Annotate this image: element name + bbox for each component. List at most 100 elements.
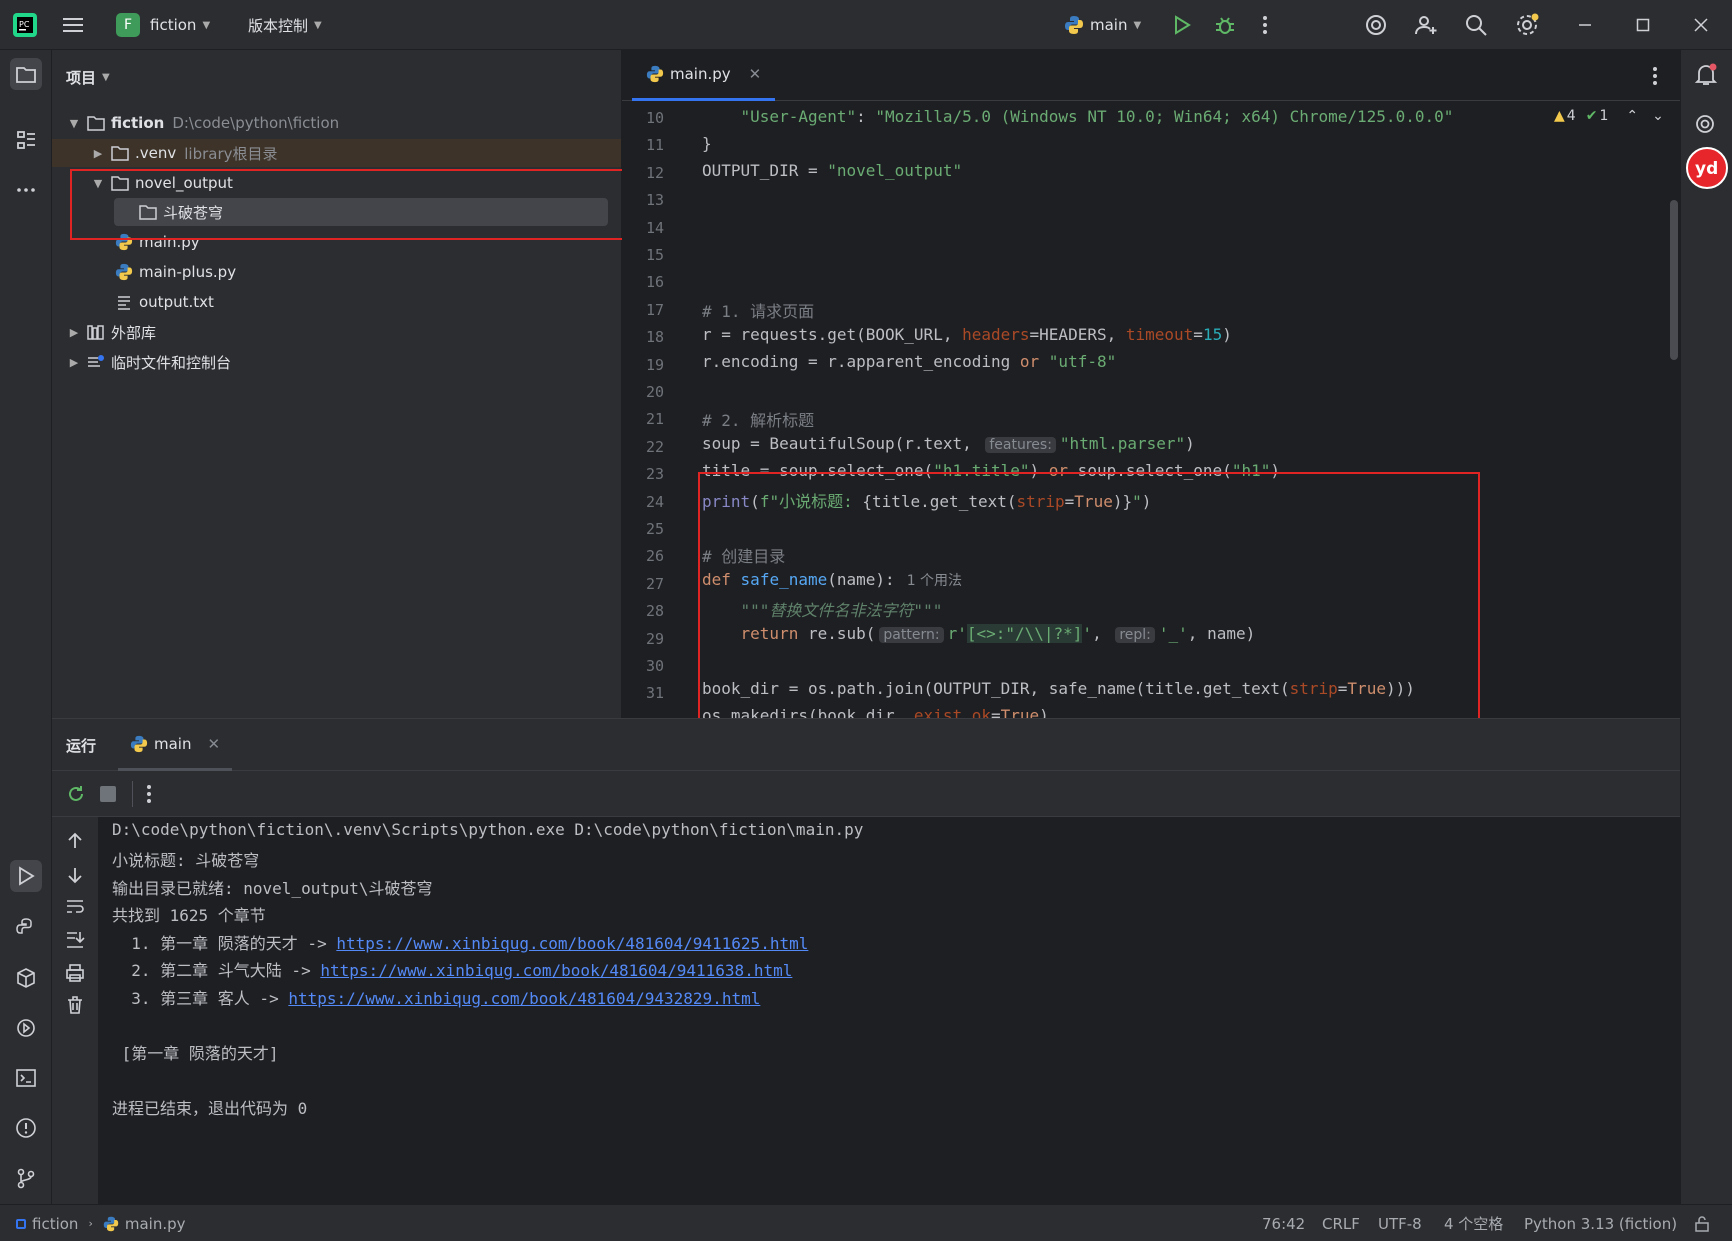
tab-label: main.py [670, 65, 731, 83]
run-side-toolbar [52, 817, 98, 1205]
chevron-down-icon: ▼ [314, 19, 322, 31]
tree-item-label: .venv [135, 144, 177, 162]
line-number: 15 [645, 246, 664, 264]
arrow-up-icon[interactable] [65, 831, 85, 851]
code-line[interactable]: OUTPUT_DIR = "novel_output" [702, 161, 962, 180]
more-tools-icon[interactable] [10, 174, 42, 206]
notifications-icon[interactable] [1693, 62, 1719, 88]
search-icon[interactable] [1464, 0, 1488, 50]
lock-icon[interactable] [1694, 1205, 1710, 1241]
tab-main-py[interactable]: main.py ✕ [632, 50, 776, 101]
chevron-right-icon: ▶ [69, 355, 79, 369]
highlight-box-code [698, 472, 1480, 718]
project-name: fiction [150, 16, 197, 34]
project-tool-folder-icon[interactable] [10, 58, 42, 90]
services-icon[interactable] [10, 1012, 42, 1044]
tree-item-main-plus-py[interactable]: main-plus.py [114, 258, 236, 286]
code-line[interactable]: "User-Agent": "Mozilla/5.0 (Windows NT 1… [702, 107, 1454, 126]
line-number: 12 [645, 163, 664, 182]
editor-scrollbar[interactable] [1670, 200, 1678, 360]
tree-item-output-txt[interactable]: output.txt [114, 288, 214, 316]
close-tab-icon[interactable]: ✕ [749, 65, 762, 83]
breadcrumb-project[interactable]: fiction [32, 1215, 78, 1233]
run-tool-icon[interactable] [10, 860, 42, 892]
debug-button[interactable] [1214, 0, 1236, 50]
chapter-link[interactable]: https://www.xinbiqug.com/book/481604/941… [320, 961, 792, 980]
file-encoding[interactable]: UTF-8 [1378, 1205, 1422, 1241]
code-line[interactable]: # 2. 解析标题 [702, 407, 814, 431]
scratches-icon [86, 353, 106, 371]
python-packages-icon[interactable] [10, 962, 42, 994]
check-icon: ✔ [1585, 108, 1598, 124]
line-separator[interactable]: CRLF [1322, 1205, 1360, 1241]
main-menu-icon[interactable] [62, 0, 84, 50]
tree-item-label: 外部库 [111, 323, 157, 342]
settings-gear-icon[interactable] [1514, 0, 1540, 50]
line-number: 28 [645, 602, 664, 621]
ai-assistant-icon[interactable] [1364, 0, 1388, 50]
chevron-up-icon[interactable]: ⌃ [1626, 108, 1638, 124]
python-console-icon[interactable] [10, 912, 42, 944]
line-number: 19 [645, 355, 664, 374]
tree-item-venv[interactable]: ▶ .venv library根目录 [52, 139, 621, 167]
chevron-down-icon[interactable]: ⌄ [1652, 108, 1664, 124]
problems-icon[interactable] [10, 1112, 42, 1144]
run-button[interactable] [1172, 0, 1192, 50]
breadcrumb-file[interactable]: main.py [125, 1215, 186, 1233]
tab-main-run[interactable]: main ✕ [118, 719, 233, 771]
line-number: 14 [645, 218, 664, 237]
line-number: 17 [645, 300, 664, 319]
console-output-line: 1. 第一章 陨落的天才 -> https://www.xinbiqug.com… [112, 930, 808, 954]
console-output-line: 小说标题: 斗破苍穹 [112, 851, 260, 870]
tab-label: main [154, 734, 192, 753]
soft-wrap-icon[interactable] [65, 897, 85, 917]
left-tool-strip [0, 50, 52, 1204]
chapter-link[interactable]: https://www.xinbiqug.com/book/481604/941… [336, 934, 808, 953]
inspection-widget[interactable]: ▲ 4 ✔ 1 ⌃ ⌄ [1554, 108, 1664, 124]
ai-chat-icon[interactable] [1693, 112, 1719, 138]
chevron-right-icon: ▶ [93, 146, 103, 160]
rerun-icon[interactable] [66, 784, 86, 804]
code-line[interactable]: r = requests.get(BOOK_URL, headers=HEADE… [702, 325, 1232, 344]
caret-position[interactable]: 76:42 [1262, 1205, 1305, 1241]
code-line[interactable]: soup = BeautifulSoup(r.text, features: "h… [702, 434, 1195, 453]
structure-icon[interactable] [10, 124, 42, 156]
close-tab-icon[interactable]: ✕ [207, 735, 220, 753]
vcs-menu[interactable]: 版本控制 ▼ [248, 0, 322, 50]
console-output-line: 3. 第三章 客人 -> https://www.xinbiqug.com/bo… [112, 985, 760, 1009]
chapter-link[interactable]: https://www.xinbiqug.com/book/481604/943… [288, 989, 760, 1008]
tree-root-folder[interactable]: ▼ fiction D:\code\python\fiction [66, 109, 339, 137]
editor-options-icon[interactable] [1652, 66, 1658, 86]
more-options-icon[interactable] [146, 784, 152, 804]
run-tab-bar: 运行 main ✕ [52, 719, 1680, 771]
code-line[interactable]: # 1. 请求页面 [702, 298, 814, 322]
indent-setting[interactable]: 4 个空格 [1444, 1205, 1503, 1241]
project-switcher[interactable]: F fiction ▼ [116, 0, 210, 50]
python-interpreter[interactable]: Python 3.13 (fiction) [1524, 1205, 1677, 1241]
youdao-logo[interactable]: yd [1685, 146, 1729, 190]
scroll-to-end-icon[interactable] [65, 929, 85, 949]
warnings-count: 4 [1566, 108, 1576, 124]
code-line[interactable]: } [702, 134, 712, 153]
project-pane-header[interactable]: 项目 ▼ [66, 50, 110, 104]
close-window-button[interactable] [1694, 0, 1708, 50]
git-branch-icon[interactable] [10, 1162, 42, 1194]
console-output-line: 共找到 1625 个章节 [112, 906, 266, 925]
code-line[interactable]: r.encoding = r.apparent_encoding or "utf… [702, 352, 1116, 371]
more-actions-icon[interactable] [1262, 0, 1268, 50]
trash-icon[interactable] [65, 995, 85, 1015]
minimize-button[interactable] [1578, 0, 1592, 50]
tree-item-scratches[interactable]: ▶ 临时文件和控制台 [66, 348, 231, 376]
code-with-me-icon[interactable] [1414, 0, 1438, 50]
line-number: 10 [645, 109, 664, 127]
maximize-button[interactable] [1636, 0, 1650, 50]
arrow-down-icon[interactable] [65, 865, 85, 885]
line-number: 22 [645, 437, 664, 456]
console-output-line: 输出目录已就绪: novel_output\斗破苍穹 [112, 879, 433, 898]
run-config-selector[interactable]: main ▼ [1064, 0, 1141, 50]
terminal-icon[interactable] [10, 1062, 42, 1094]
tree-item-external-libs[interactable]: ▶ 外部库 [66, 318, 156, 346]
chevron-down-icon: ▼ [102, 71, 110, 83]
stop-icon[interactable] [100, 786, 116, 802]
print-icon[interactable] [65, 963, 85, 983]
